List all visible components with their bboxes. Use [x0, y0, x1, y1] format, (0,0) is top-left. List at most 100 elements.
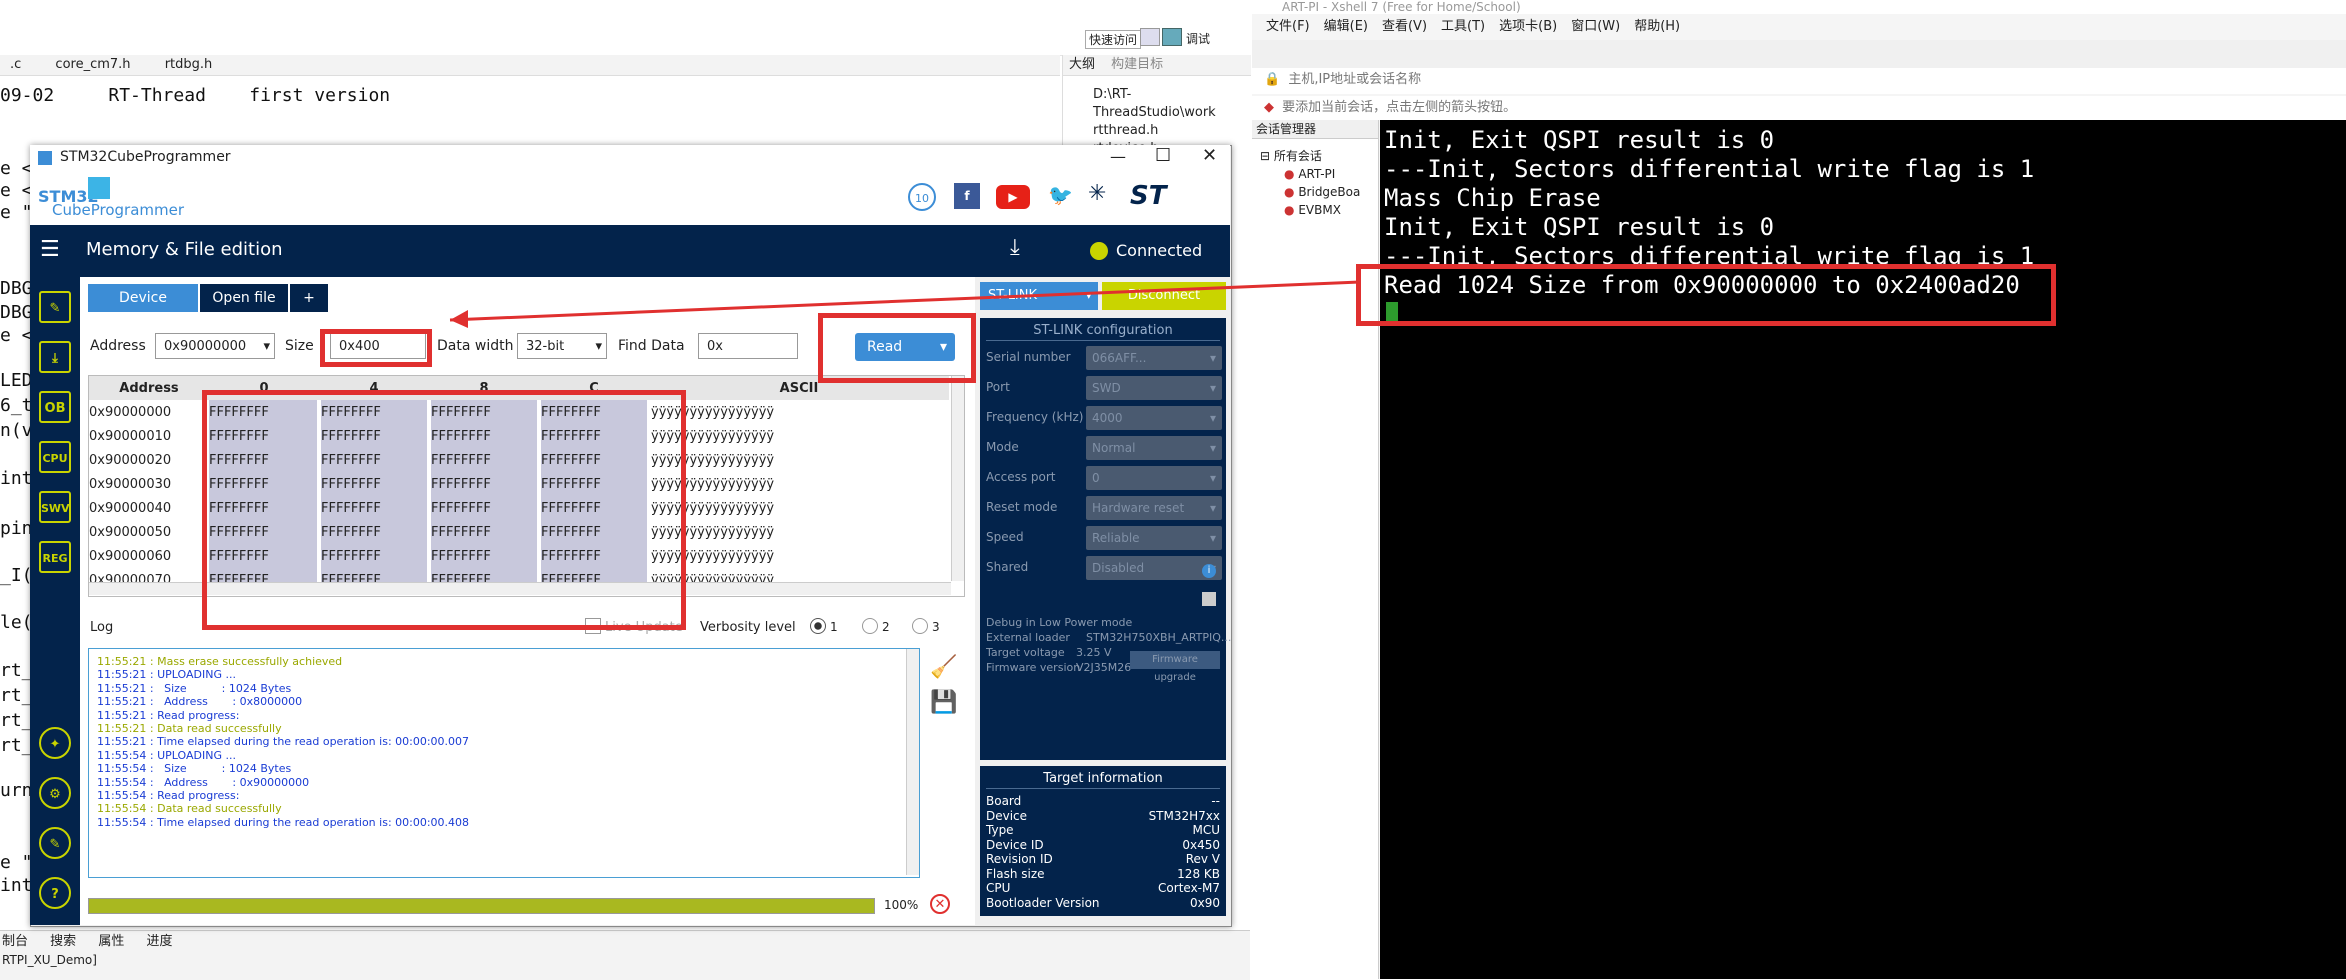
editor-tab[interactable]: core_cm7.h	[55, 57, 130, 72]
target-info-value: 0x450	[1182, 837, 1220, 852]
data-width-label: Data width	[437, 338, 514, 354]
beta-feature-icon[interactable]: ✦	[39, 727, 71, 759]
properties-tab[interactable]: 属性	[98, 934, 124, 949]
menu-item[interactable]: 文件(F)	[1266, 14, 1310, 40]
hamburger-menu-icon[interactable]: ☰	[40, 237, 60, 262]
highlight-data-box	[202, 390, 686, 630]
menu-item[interactable]: 帮助(H)	[1634, 14, 1680, 40]
log-area[interactable]: 11:55:21 : Mass erase successfully achie…	[88, 648, 920, 878]
session-item[interactable]: ● ART-PI	[1260, 165, 1378, 183]
target-info-label: Flash size	[986, 866, 1045, 881]
build-targets-tab[interactable]: 构建目标	[1111, 57, 1163, 72]
logo-cubeprogrammer: CubeProgrammer	[52, 201, 185, 219]
log-line: 11:55:54 : Read progress:	[97, 789, 240, 802]
editor-tab[interactable]: rtdbg.h	[165, 57, 213, 72]
terminal-output[interactable]: Init, Exit QSPI result is 0 ---Init, Sec…	[1380, 120, 2346, 979]
tab-device-memory[interactable]: Device memory	[88, 284, 198, 334]
menu-item[interactable]: 查看(V)	[1382, 14, 1427, 40]
firmware-version-label: Firmware version	[986, 661, 1081, 674]
console-tab[interactable]: 制台	[2, 934, 28, 949]
verbosity-radio-1[interactable]	[810, 618, 826, 634]
config-select[interactable]: Hardware reset ▾	[1086, 496, 1222, 520]
download-icon[interactable]: ⤓	[1010, 235, 1020, 260]
terminal-line: Init, Exit QSPI result is 0	[1384, 126, 1775, 154]
option-bytes-icon[interactable]: OB	[39, 391, 71, 423]
config-select[interactable]: Reliable ▾	[1086, 526, 1222, 550]
debug-low-power-checkbox[interactable]	[1202, 592, 1216, 606]
lock-icon: 🔒	[1264, 72, 1281, 87]
row-address: 0x90000010	[89, 428, 172, 444]
size-label: Size	[285, 338, 314, 354]
menu-item[interactable]: 编辑(E)	[1324, 14, 1368, 40]
config-select[interactable]: Normal ▾	[1086, 436, 1222, 460]
cancel-icon[interactable]: ✕	[930, 894, 950, 914]
editor-tab[interactable]: .c	[10, 57, 21, 72]
outline-item[interactable]: D:\RT-ThreadStudio\work	[1093, 86, 1251, 122]
facebook-icon[interactable]: f	[954, 183, 980, 209]
cpu-icon[interactable]: CPU	[39, 441, 71, 473]
erase-program-icon[interactable]: ⤓	[39, 341, 71, 373]
session-icon: ●	[1284, 167, 1295, 181]
quick-access-field[interactable]: 快速访问	[1085, 30, 1142, 49]
swv-icon[interactable]: SWV	[39, 491, 71, 523]
cpp-perspective-icon[interactable]	[1162, 28, 1182, 46]
terminal-line: ---Init, Sectors differential write flag…	[1384, 155, 2035, 183]
verbosity-option: 1	[830, 620, 838, 634]
code-line: int	[0, 875, 33, 896]
outline-tab[interactable]: 大纲	[1069, 57, 1095, 72]
log-scrollbar[interactable]	[906, 649, 919, 875]
target-info-label: Board	[986, 794, 1022, 808]
config-value: Hardware reset	[1092, 501, 1185, 515]
perspective-icon[interactable]	[1140, 28, 1160, 46]
chevron-down-icon: ▾	[595, 339, 602, 354]
verbosity-radio-3[interactable]	[912, 618, 928, 634]
maximize-icon[interactable]: ☐	[1155, 145, 1171, 166]
twitter-icon[interactable]: 🐦	[1048, 183, 1073, 207]
session-item[interactable]: ● EVBMX	[1260, 201, 1378, 219]
session-item[interactable]: ● BridgeBoa	[1260, 183, 1378, 201]
highlight-terminal-box	[1356, 264, 2056, 326]
config-select[interactable]: 066AFF... ▾	[1086, 346, 1222, 370]
anniversary-badge-icon[interactable]: 10	[908, 183, 936, 211]
config-select[interactable]: 4000 ▾	[1086, 406, 1222, 430]
debug-perspective[interactable]: 调试	[1186, 30, 1210, 47]
memory-table-vscrollbar[interactable]	[951, 376, 964, 581]
row-address: 0x90000060	[89, 548, 172, 564]
address-label: Address	[90, 338, 146, 354]
settings-icon[interactable]: ✎	[39, 827, 71, 859]
network-icon[interactable]: ✳	[1088, 181, 1106, 206]
clear-log-icon[interactable]: 🧹	[930, 655, 957, 680]
session-root[interactable]: ⊟ 所有会话	[1260, 147, 1378, 165]
search-tab[interactable]: 搜索	[50, 934, 76, 949]
register-icon[interactable]: REG	[39, 541, 71, 573]
save-log-icon[interactable]: 💾	[930, 690, 957, 715]
secure-programming-icon[interactable]: ⚙	[39, 777, 71, 809]
progress-tab[interactable]: 进度	[146, 934, 172, 949]
tab-open-file[interactable]: Open file	[200, 284, 288, 312]
youtube-icon[interactable]: ▶	[996, 185, 1030, 209]
tab-add[interactable]: +	[290, 284, 328, 312]
address-bar[interactable]: 🔒 主机,IP地址或会话名称	[1252, 68, 2346, 94]
log-line: 11:55:21 : Read progress:	[97, 708, 240, 722]
config-value: SWD	[1092, 381, 1121, 395]
data-width-value: 32-bit	[526, 339, 565, 354]
verbosity-radio-2[interactable]	[862, 618, 878, 634]
data-width-select[interactable]: 32-bit ▾	[517, 333, 607, 359]
config-select[interactable]: 0 ▾	[1086, 466, 1222, 490]
address-input[interactable]: 0x90000000 ▾	[155, 333, 275, 359]
close-icon[interactable]: ✕	[1202, 145, 1217, 166]
config-value: Reliable	[1092, 531, 1140, 545]
verbosity-option: 2	[882, 620, 890, 634]
menu-item[interactable]: 工具(T)	[1441, 14, 1485, 40]
menu-item[interactable]: 窗口(W)	[1571, 14, 1620, 40]
target-info-row: CPU Cortex-M7	[986, 881, 1220, 895]
outline-item[interactable]: rtthread.h	[1093, 122, 1251, 140]
config-select[interactable]: SWD ▾	[1086, 376, 1222, 400]
firmware-upgrade-button[interactable]: Firmware upgrade	[1130, 651, 1220, 683]
menu-item[interactable]: 选项卡(B)	[1499, 14, 1557, 40]
find-data-input[interactable]: 0x	[698, 333, 798, 359]
memory-edit-icon[interactable]: ✎	[39, 291, 71, 323]
minimize-icon[interactable]: —	[1110, 147, 1126, 166]
info-icon[interactable]: i	[1202, 564, 1216, 578]
help-icon[interactable]: ?	[39, 877, 71, 909]
